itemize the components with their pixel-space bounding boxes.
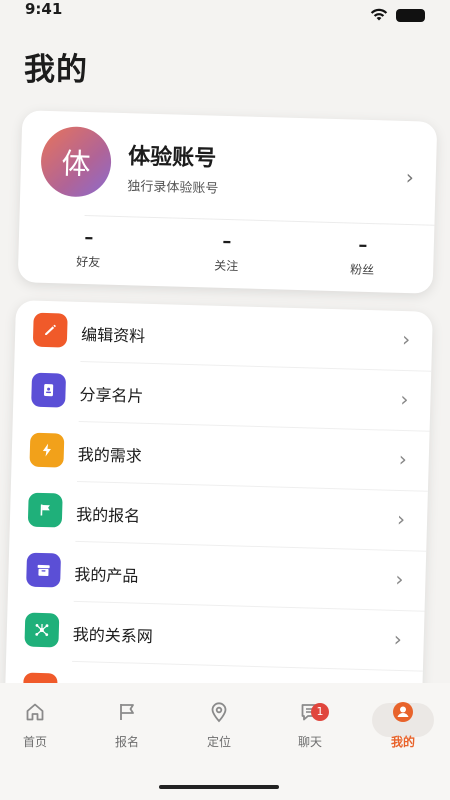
tab-location[interactable]: 定位 — [184, 701, 254, 750]
flag-icon — [27, 492, 63, 528]
profile-subtitle: 独行录体验账号 — [127, 179, 219, 197]
network-icon — [24, 612, 60, 648]
stat-followers[interactable]: – 粉丝 — [322, 234, 403, 279]
tab-label: 报名 — [114, 735, 139, 749]
divider — [84, 215, 435, 226]
battery-icon — [396, 9, 425, 22]
menu-item-label: 我的需求 — [77, 444, 143, 466]
tab-label: 我的 — [390, 735, 415, 749]
home-icon — [0, 701, 70, 727]
status-bar: 9:41 — [0, 0, 450, 32]
tab-label: 定位 — [206, 735, 231, 749]
chevron-right-icon: › — [401, 326, 411, 352]
wifi-icon — [370, 8, 388, 21]
tab-profile[interactable]: 我的 — [368, 701, 438, 750]
profile-card[interactable]: 体 体验账号 独行录体验账号 › – 好友 – 关注 – 粉丝 — [17, 110, 438, 294]
stat-value: – — [358, 234, 368, 256]
chevron-right-icon[interactable]: › — [405, 165, 414, 189]
menu-item-label: 我的报名 — [75, 504, 141, 526]
menu-card: 编辑资料 › 分享名片 › 我的需求 › 我的报名 › 我的产品 › 我的关系网… — [4, 300, 433, 732]
avatar[interactable]: 体 — [40, 125, 113, 198]
chat-icon — [275, 701, 345, 727]
home-indicator — [159, 785, 279, 789]
menu-item-label: 分享名片 — [79, 384, 144, 406]
tab-label: 首页 — [22, 735, 47, 749]
menu-item-label: 我的产品 — [74, 564, 139, 586]
card-icon — [31, 372, 67, 408]
box-icon — [26, 552, 62, 588]
stat-friends[interactable]: – 好友 — [48, 227, 129, 271]
status-time: 9:41 — [25, 0, 63, 18]
stat-label: 关注 — [214, 258, 239, 274]
menu-item-label: 编辑资料 — [80, 325, 146, 346]
chevron-right-icon: › — [393, 626, 403, 652]
chevron-right-icon: › — [400, 386, 409, 412]
tab-label: 聊天 — [297, 735, 322, 749]
stat-label: 好友 — [76, 254, 101, 270]
bolt-icon — [29, 432, 65, 468]
chevron-right-icon: › — [398, 446, 408, 472]
tab-chat[interactable]: 聊天 — [275, 701, 345, 750]
page-title: 我的 — [24, 52, 88, 88]
tab-bar: 首页 报名 定位 聊天 1 我的 — [0, 683, 450, 800]
stat-label: 粉丝 — [349, 262, 375, 278]
stat-value: – — [222, 230, 232, 253]
profile-icon — [368, 701, 438, 727]
tab-home[interactable]: 首页 — [0, 701, 70, 750]
stat-following[interactable]: – 关注 — [186, 230, 267, 275]
edit-icon — [32, 312, 68, 348]
profile-name: 体验账号 — [127, 144, 217, 172]
menu-item-label: 我的关系网 — [72, 624, 154, 647]
stat-value: – — [84, 227, 94, 249]
flag-icon — [92, 701, 162, 727]
chevron-right-icon: › — [395, 566, 404, 592]
location-pin-icon — [184, 701, 254, 727]
tab-signup[interactable]: 报名 — [92, 701, 162, 750]
chevron-right-icon: › — [396, 506, 406, 532]
notification-badge: 1 — [311, 703, 329, 721]
